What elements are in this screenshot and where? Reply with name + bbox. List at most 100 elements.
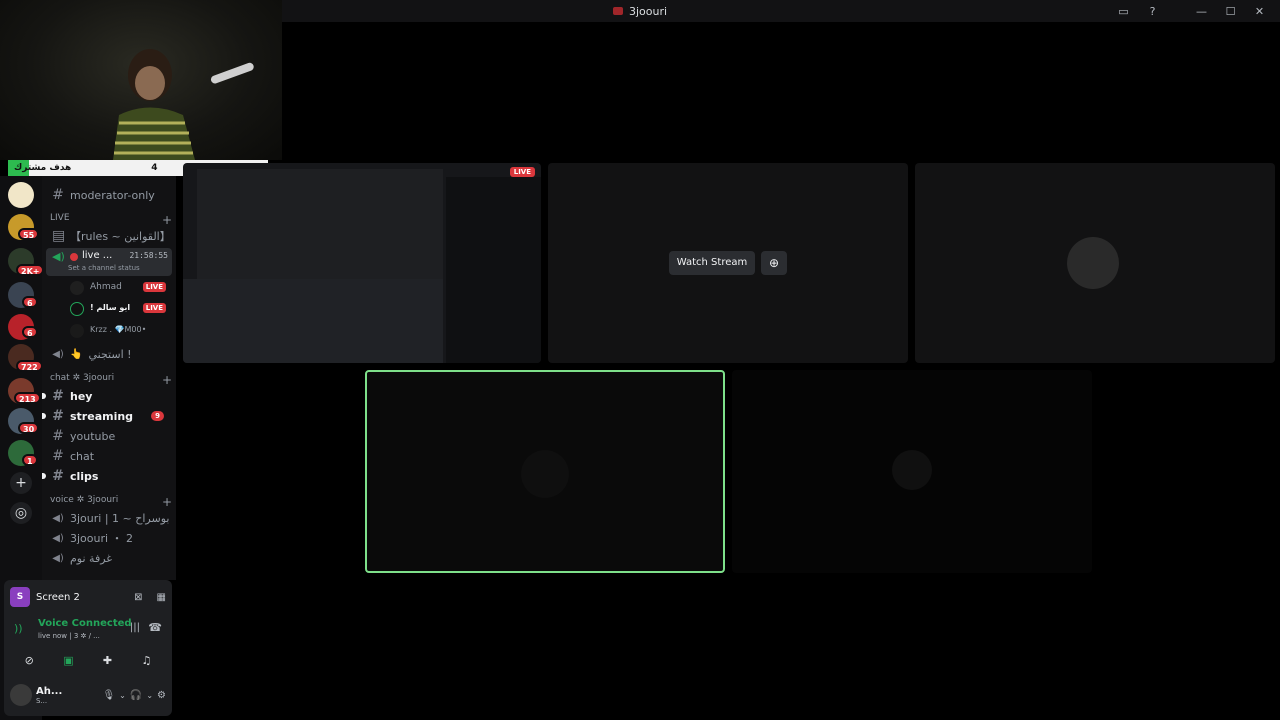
server-badge: 213 bbox=[14, 392, 41, 404]
server-badge: 30 bbox=[18, 422, 40, 434]
gear-icon[interactable]: ⚙ bbox=[157, 690, 166, 701]
channel-list: # moderator-only LIVE + ▤ 【rules ~ القوا… bbox=[42, 176, 176, 580]
user-status: S... bbox=[36, 696, 48, 705]
add-channel-icon[interactable]: + bbox=[162, 495, 172, 509]
call-controls: ⊘ ▣ ✚ ♫ bbox=[10, 650, 166, 670]
hash-icon: # bbox=[52, 187, 64, 203]
channel-live-voice[interactable]: ◀) live ... 21:58:55 Set a channel statu… bbox=[46, 248, 172, 276]
hash-icon: # bbox=[52, 468, 64, 484]
add-channel-icon[interactable]: + bbox=[162, 213, 172, 227]
soundboard-icon[interactable]: ♫ bbox=[141, 654, 151, 667]
screen-share-row[interactable]: S Screen 2 ⊠ ▦ bbox=[10, 586, 166, 608]
channel-label: غرفة نوم bbox=[70, 551, 113, 565]
channel-label: hey bbox=[70, 389, 93, 403]
speaker-icon: ◀) bbox=[52, 348, 64, 360]
channel-youtube[interactable]: # youtube bbox=[46, 427, 172, 445]
disconnect-icon[interactable]: ☎ bbox=[148, 621, 162, 634]
avatar bbox=[1067, 237, 1119, 289]
server-icon[interactable] bbox=[8, 182, 34, 208]
speaker-icon: ◀) bbox=[52, 512, 64, 524]
chevron-down-icon[interactable]: ⌄ bbox=[146, 691, 153, 700]
account-row: Ah... S... 🎙 ⌄ 🎧 ⌄ ⚙ bbox=[10, 682, 166, 708]
mention-badge: 9 bbox=[151, 411, 164, 421]
minimize-icon[interactable]: — bbox=[1187, 0, 1216, 22]
channel-label: 3jouri | 1 ~ بوسراح bbox=[70, 511, 170, 525]
server-icon bbox=[612, 7, 623, 15]
channel-status[interactable]: Set a channel status bbox=[68, 264, 140, 272]
category-chat[interactable]: chat ✲ 3joouri + bbox=[50, 373, 172, 387]
voice-member[interactable]: Ahmad LIVE bbox=[66, 280, 170, 296]
channel-moderator-only[interactable]: # moderator-only bbox=[46, 186, 172, 204]
explore-icon[interactable]: ◎ bbox=[10, 502, 32, 524]
watch-stream-button[interactable]: Watch Stream bbox=[669, 251, 755, 275]
unread-indicator bbox=[42, 473, 46, 479]
channel-streaming[interactable]: # streaming 9 bbox=[42, 407, 172, 425]
member-name: ! ابو سالم bbox=[90, 303, 131, 312]
screen-share-icon[interactable]: ▣ bbox=[63, 654, 73, 667]
window-controls: ▭ ? — ☐ ✕ bbox=[1109, 0, 1274, 22]
stream-preview bbox=[183, 279, 443, 363]
activities-icon[interactable]: ✚ bbox=[103, 654, 112, 667]
hash-icon: # bbox=[52, 428, 64, 444]
watch-together-icon[interactable]: ⊕ bbox=[761, 251, 787, 275]
channel-voice-estajni[interactable]: ◀) 👆 استجني ! bbox=[46, 345, 172, 363]
stop-share-icon[interactable]: ⊠ bbox=[134, 592, 142, 603]
camera-off-icon[interactable]: ⊘ bbox=[25, 654, 34, 667]
channel-label: streaming bbox=[70, 409, 134, 423]
close-icon[interactable]: ✕ bbox=[1245, 0, 1274, 22]
signal-icon: )) bbox=[14, 622, 23, 635]
member-name: Ahmad bbox=[90, 282, 122, 292]
avatar bbox=[892, 450, 932, 490]
participant-tile[interactable] bbox=[915, 163, 1275, 363]
headphones-icon[interactable]: 🎧 bbox=[130, 690, 142, 701]
member-name: Krzz . 💎M00• bbox=[90, 325, 147, 334]
hash-icon: # bbox=[52, 388, 64, 404]
participant-tile[interactable] bbox=[732, 370, 1092, 573]
server-badge: 6 bbox=[22, 326, 38, 338]
live-badge: LIVE bbox=[142, 303, 166, 313]
streamer-image bbox=[113, 49, 195, 160]
voice-channel[interactable]: ◀) 3joouri ・ 2 bbox=[46, 529, 172, 547]
voice-sub: live now | 3 ✲ / ... bbox=[38, 632, 100, 640]
chevron-down-icon[interactable]: ⌄ bbox=[119, 691, 126, 700]
noise-icon[interactable]: ||| bbox=[130, 622, 140, 633]
channel-clips[interactable]: # clips bbox=[42, 467, 172, 485]
channel-timer: 21:58:55 bbox=[129, 251, 168, 260]
inbox-icon[interactable]: ▭ bbox=[1109, 0, 1138, 22]
voice-channel[interactable]: ◀) 3jouri | 1 ~ بوسراح bbox=[46, 509, 172, 527]
user-panel: S Screen 2 ⊠ ▦ )) Voice Connected live n… bbox=[4, 580, 172, 716]
category-live[interactable]: LIVE + bbox=[50, 213, 172, 227]
channel-hey[interactable]: # hey bbox=[42, 387, 172, 405]
channel-rules[interactable]: ▤ 【rules ~ القوانين】 bbox=[46, 227, 172, 245]
category-label: LIVE bbox=[50, 213, 70, 223]
voice-member[interactable]: ! ابو سالم LIVE bbox=[66, 301, 170, 317]
rules-icon: ▤ bbox=[52, 228, 66, 244]
stream-settings-icon[interactable]: ▦ bbox=[157, 592, 166, 603]
channel-chat[interactable]: # chat bbox=[46, 447, 172, 465]
microphone-icon[interactable]: 🎙 bbox=[102, 690, 115, 701]
voice-connection[interactable]: )) Voice Connected live now | 3 ✲ / ... … bbox=[10, 618, 166, 640]
category-voice[interactable]: voice ✲ 3joouri + bbox=[50, 495, 172, 509]
microphone-image bbox=[210, 62, 254, 84]
voice-label: Voice Connected bbox=[38, 618, 132, 629]
channel-label: youtube bbox=[70, 429, 116, 443]
stream-tile[interactable]: LIVE bbox=[183, 163, 541, 363]
maximize-icon[interactable]: ☐ bbox=[1216, 0, 1245, 22]
voice-member[interactable]: Krzz . 💎M00• bbox=[66, 323, 170, 339]
voice-channel[interactable]: ◀) غرفة نوم bbox=[46, 549, 172, 567]
goal-label: هدف مشترك bbox=[14, 163, 72, 173]
server-badge: 2K+ bbox=[16, 264, 45, 276]
channel-label: 3joouri ・ 2 bbox=[70, 532, 134, 545]
title-text: 3joouri bbox=[628, 4, 668, 18]
add-channel-icon[interactable]: + bbox=[162, 373, 172, 387]
help-icon[interactable]: ? bbox=[1138, 0, 1167, 22]
add-server-icon[interactable]: + bbox=[10, 472, 32, 494]
channel-label: استجني ! bbox=[88, 347, 132, 361]
avatar[interactable] bbox=[10, 684, 32, 706]
goal-current: 4 bbox=[151, 163, 158, 173]
participant-tile[interactable] bbox=[365, 370, 725, 573]
channel-label: moderator-only bbox=[70, 188, 155, 202]
live-badge: LIVE bbox=[509, 167, 535, 177]
server-badge: 55 bbox=[18, 228, 40, 240]
user-name: Ah... bbox=[36, 685, 63, 697]
